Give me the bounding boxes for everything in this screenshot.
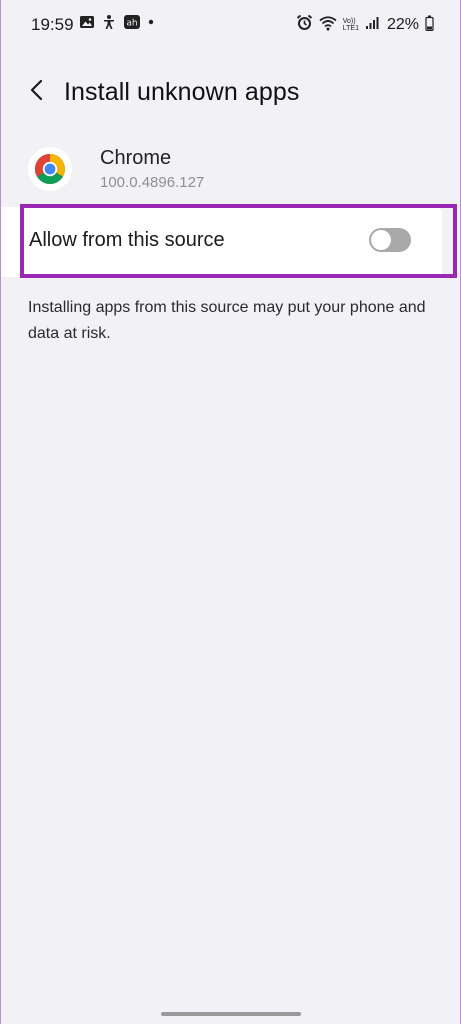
volte-label: Vo)) (342, 18, 356, 25)
signal-icon (365, 16, 379, 35)
page-title: Install unknown apps (64, 78, 300, 106)
alarm-icon (296, 14, 313, 36)
setting-label: Allow from this source (29, 229, 225, 251)
chevron-left-icon (29, 78, 45, 107)
accessibility-icon (101, 14, 117, 35)
image-icon (79, 14, 95, 35)
home-indicator[interactable] (160, 1012, 301, 1016)
allow-source-toggle[interactable] (369, 228, 411, 252)
battery-icon (425, 15, 434, 36)
battery-percentage: 22% (386, 16, 419, 33)
warning-text: Installing apps from this source may put… (28, 299, 426, 342)
toggle-knob (371, 230, 391, 250)
dot-icon (147, 14, 155, 35)
status-right-icons: Vo)) LTE1 22% (296, 14, 434, 36)
app-version: 100.0.4896.127 (100, 174, 205, 191)
lte-label: LTE1 (342, 25, 359, 32)
app-info-row: Chrome 100.0.4896.127 (1, 142, 460, 202)
app-name: Chrome (100, 147, 172, 169)
app-bar: Install unknown apps (1, 70, 460, 120)
back-button[interactable] (23, 78, 51, 106)
allow-from-source-setting[interactable]: Allow from this source (1, 207, 442, 277)
wifi-icon (319, 15, 337, 36)
status-left-icons: ah (79, 14, 155, 35)
app-notification-icon: ah (123, 14, 141, 35)
svg-text:ah: ah (126, 19, 137, 29)
chrome-icon (28, 147, 72, 191)
volte-lte-icon: Vo)) LTE1 (343, 18, 359, 32)
status-time: 19:59 (31, 15, 74, 34)
status-bar: 19:59 ah Vo)) LTE1 22% (1, 0, 460, 50)
